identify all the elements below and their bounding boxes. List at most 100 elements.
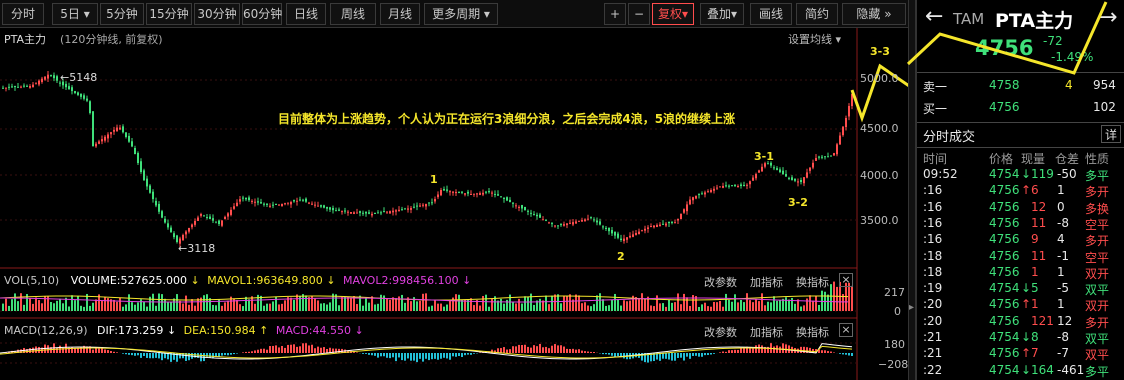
period-button-more[interactable]: 更多周期 ▾: [424, 3, 498, 25]
tick-volume: 9: [1031, 232, 1039, 247]
period-button-60min[interactable]: 60分钟: [242, 3, 282, 25]
macd-edit-params-button[interactable]: 改参数: [704, 324, 737, 340]
macd-bar: [380, 353, 382, 357]
candle-body: [305, 198, 307, 202]
volume-bar: [764, 305, 766, 311]
volume-bar: [683, 293, 685, 311]
zoom-in-button[interactable]: +: [604, 3, 626, 25]
volume-bar: [509, 294, 511, 311]
macd-bar: [830, 351, 832, 353]
ticks-title-row: 分时成交 详: [917, 125, 1124, 146]
candle-body: [782, 170, 784, 175]
col-oi-change: 仓差: [1055, 152, 1080, 166]
period-button-month[interactable]: 月线: [380, 3, 420, 25]
macd-add-indicator-button[interactable]: 加指标: [750, 324, 783, 340]
candle-body: [767, 163, 769, 165]
candle-body: [233, 206, 235, 209]
volume-bar: [551, 295, 553, 311]
period-button-intraday[interactable]: 分时: [2, 3, 44, 25]
draw-button[interactable]: 画线: [750, 3, 792, 25]
macd-bar: [548, 348, 550, 353]
macd-bar: [614, 353, 616, 357]
overlay-button[interactable]: 叠加▾: [700, 3, 744, 25]
candle-body: [773, 167, 775, 169]
down-arrow-icon: ↓: [462, 274, 472, 287]
vol-switch-indicator-button[interactable]: 换指标: [796, 274, 829, 290]
candle-body: [449, 191, 451, 193]
tick-time: :18: [923, 248, 943, 263]
adjust-button[interactable]: 复权▾: [652, 3, 694, 25]
candle-body: [332, 207, 334, 211]
ticks-detail-button[interactable]: 详: [1101, 125, 1121, 143]
volume-bar: [668, 299, 670, 311]
candle-body: [590, 217, 592, 219]
kline-chart-area[interactable]: PTA主力 (120分钟线, 前复权) 设置均线 ▾ ←5148 ←3118 50…: [0, 28, 940, 380]
macd-bar: [518, 344, 520, 353]
macd-bar: [233, 353, 235, 355]
period-button-15min[interactable]: 15分钟: [146, 3, 192, 25]
vol-close-icon[interactable]: ×: [839, 273, 853, 287]
candle-body: [338, 209, 340, 211]
macd-bar: [155, 353, 157, 358]
volume-bar: [626, 301, 628, 311]
period-button-week[interactable]: 周线: [330, 3, 376, 25]
period-button-day[interactable]: 日线: [286, 3, 326, 25]
macd-bar: [308, 345, 310, 353]
zoom-out-button[interactable]: −: [628, 3, 650, 25]
volume-bar: [242, 306, 244, 311]
volume-bar: [731, 301, 733, 311]
macd-switch-indicator-button[interactable]: 换指标: [796, 324, 829, 340]
contract-code: TAM: [953, 10, 985, 28]
vol-volume-value: VOLUME:527625.000: [70, 274, 187, 287]
volume-bar: [659, 303, 661, 311]
candle-body: [89, 101, 91, 113]
candle-body: [608, 227, 610, 232]
macd-bar: [587, 351, 589, 353]
period-button-30min[interactable]: 30分钟: [194, 3, 240, 25]
volume-bar: [641, 293, 643, 311]
candle-body: [506, 197, 508, 201]
bid-price: 4756: [989, 100, 1020, 114]
candle-body: [80, 93, 82, 97]
hide-button[interactable]: 隐藏 »: [842, 3, 906, 25]
ma-settings-link[interactable]: 设置均线 ▾: [788, 31, 841, 47]
candle-body: [812, 162, 814, 168]
candle-body: [44, 76, 46, 80]
candle-body: [512, 202, 514, 204]
volume-bar: [269, 303, 271, 311]
back-icon[interactable]: ←: [925, 4, 943, 29]
candle-body: [104, 136, 106, 141]
candle-body: [17, 86, 19, 88]
macd-bar: [617, 353, 619, 357]
macd-bar: [560, 345, 562, 353]
macd-bar: [338, 348, 340, 353]
volume-bar: [485, 294, 487, 311]
candle-body: [344, 210, 346, 212]
tick-row: :16 4756 9 4 多开: [917, 232, 1124, 248]
forward-icon[interactable]: →: [1099, 5, 1117, 30]
period-button-5min[interactable]: 5分钟: [100, 3, 144, 25]
period-button-5day[interactable]: 5日 ▾: [52, 3, 98, 25]
panel-toggle-strip[interactable]: ▸: [908, 0, 916, 380]
volume-bar: [410, 301, 412, 311]
candle-body: [431, 202, 433, 204]
macd-bar: [722, 351, 724, 353]
macd-bar: [779, 346, 781, 353]
macd-bar: [413, 353, 415, 361]
tick-time: :20: [923, 313, 943, 328]
simple-button[interactable]: 简约: [796, 3, 838, 25]
vol-edit-params-button[interactable]: 改参数: [704, 274, 737, 290]
macd-close-icon[interactable]: ×: [839, 323, 853, 337]
volume-bar: [428, 306, 430, 311]
macd-bar: [701, 353, 703, 357]
macd-bar: [131, 353, 133, 356]
macd-bar: [581, 350, 583, 353]
volume-bar: [308, 297, 310, 311]
wave-label-3-3: 3-3: [870, 45, 890, 58]
candle-body: [65, 83, 67, 88]
vol-add-indicator-button[interactable]: 加指标: [750, 274, 783, 290]
ask-qty-small: 4: [1065, 78, 1073, 92]
candle-body: [674, 222, 676, 224]
expand-arrow-icon[interactable]: ▸: [909, 302, 915, 313]
candle-body: [548, 222, 550, 224]
